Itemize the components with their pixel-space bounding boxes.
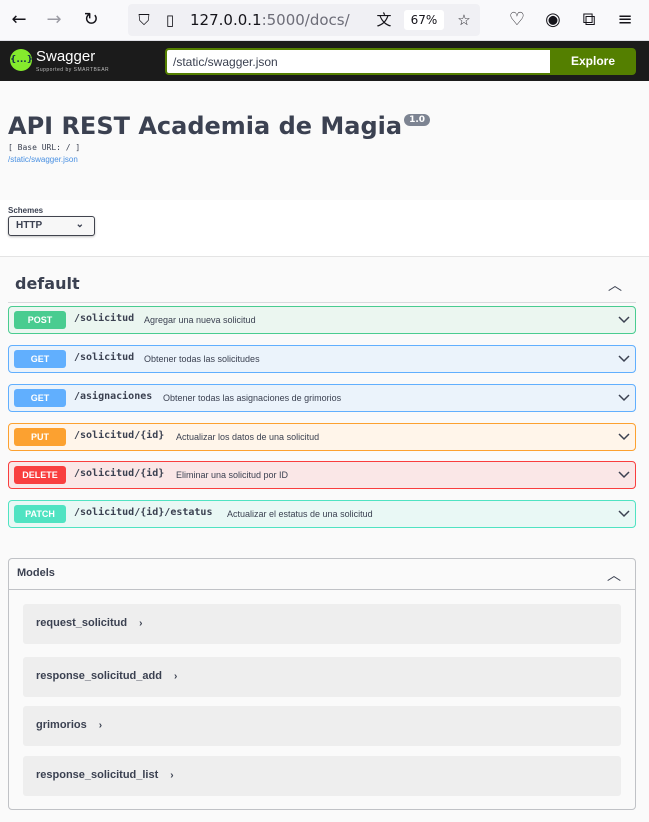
swagger-topbar: {...} Swagger Supported by SMARTBEAR /st… — [0, 41, 649, 81]
chevron-right-icon[interactable]: › — [174, 671, 177, 682]
page-info-icon[interactable]: ▯ — [160, 10, 180, 30]
explore-button[interactable]: Explore — [550, 48, 636, 75]
operation-get-asignaciones[interactable]: GET /asignaciones Obtener todas las asig… — [8, 384, 636, 412]
operation-summary: Eliminar una solicitud por ID — [176, 470, 289, 480]
pocket-icon[interactable]: ♡ — [505, 8, 529, 32]
chevron-down-icon[interactable] — [617, 312, 631, 326]
method-badge: GET — [14, 350, 66, 368]
method-badge: GET — [14, 389, 66, 407]
chevron-down-icon[interactable] — [617, 390, 631, 404]
extensions-icon[interactable]: ⧉ — [577, 8, 601, 32]
chevron-right-icon[interactable]: › — [170, 770, 173, 781]
account-icon[interactable]: ◉ — [541, 8, 565, 32]
models-header[interactable]: Models ︿ — [9, 559, 635, 590]
model-name: response_solicitud_add — [36, 670, 162, 682]
spec-url-input[interactable]: /static/swagger.json — [165, 48, 550, 75]
zoom-level-badge[interactable]: 67% — [404, 10, 444, 30]
chevron-down-icon[interactable] — [617, 429, 631, 443]
operation-summary: Agregar una nueva solicitud — [144, 315, 256, 325]
operation-delete-solicitud-id[interactable]: DELETE /solicitud/{id} Eliminar una soli… — [8, 461, 636, 489]
operation-get-solicitud[interactable]: GET /solicitud Obtener todas las solicit… — [8, 345, 636, 373]
address-bar[interactable]: ⛉ ▯ 127.0.0.1:5000/docs/ 文 67% ☆ — [128, 4, 480, 36]
swagger-logo-subtitle: Supported by SMARTBEAR — [36, 67, 110, 73]
swagger-logo-text[interactable]: Swagger — [36, 48, 95, 65]
reload-icon[interactable]: ↻ — [79, 8, 103, 32]
operation-summary: Obtener todas las asignaciones de grimor… — [163, 393, 342, 403]
chevron-down-icon[interactable] — [617, 351, 631, 365]
method-badge: PUT — [14, 428, 66, 446]
operation-summary: Actualizar el estatus de una solicitud — [227, 509, 373, 519]
page-title: API REST Academia de Magia — [8, 112, 403, 140]
browser-toolbar: ← → ↻ ⛉ ▯ 127.0.0.1:5000/docs/ 文 67% ☆ ♡… — [0, 0, 649, 41]
operation-summary: Actualizar los datos de una solicitud — [176, 432, 320, 442]
model-item-response-solicitud-add[interactable]: response_solicitud_add › — [23, 657, 621, 697]
tag-header-default[interactable]: default ︿ — [8, 271, 636, 303]
chevron-up-icon[interactable]: ︿ — [608, 275, 622, 295]
bookmark-star-icon[interactable]: ☆ — [454, 10, 474, 30]
operation-path: /solicitud — [74, 313, 135, 324]
operation-post-solicitud[interactable]: POST /solicitud Agregar una nueva solici… — [8, 306, 636, 334]
model-item-grimorios[interactable]: grimorios › — [23, 706, 621, 746]
operation-path: /asignaciones — [74, 391, 153, 402]
models-title: Models — [17, 567, 55, 579]
operation-path: /solicitud — [74, 352, 135, 363]
schemes-container: Schemes HTTP ⌄ — [0, 200, 649, 257]
schemes-select[interactable]: HTTP ⌄ — [8, 216, 95, 236]
operation-path: /solicitud/{id} — [74, 468, 165, 479]
url-text[interactable]: 127.0.0.1:5000/docs/ — [190, 11, 350, 29]
chevron-down-icon[interactable] — [617, 506, 631, 520]
method-badge: POST — [14, 311, 66, 329]
version-badge: 1.0 — [404, 114, 431, 126]
model-name: response_solicitud_list — [36, 769, 159, 781]
models-section: Models ︿ request_solicitud › response_sol… — [8, 558, 636, 810]
shield-icon[interactable]: ⛉ — [134, 10, 154, 30]
model-item-response-solicitud-list[interactable]: response_solicitud_list › — [23, 756, 621, 796]
method-badge: DELETE — [14, 466, 66, 484]
operation-patch-solicitud-estatus[interactable]: PATCH /solicitud/{id}/estatus Actualizar… — [8, 500, 636, 528]
menu-icon[interactable]: ≡ — [613, 8, 637, 32]
operation-path: /solicitud/{id} — [74, 430, 165, 441]
model-name: grimorios — [36, 719, 87, 731]
chevron-right-icon[interactable]: › — [139, 618, 142, 629]
tag-name: default — [15, 274, 80, 293]
operation-summary: Obtener todas las solicitudes — [144, 354, 260, 364]
operation-path: /solicitud/{id}/estatus — [74, 507, 213, 518]
schemes-label: Schemes — [8, 206, 44, 215]
forward-arrow-icon[interactable]: → — [42, 8, 66, 32]
chevron-up-icon[interactable]: ︿ — [607, 565, 621, 585]
model-name: request_solicitud — [36, 617, 128, 629]
back-arrow-icon[interactable]: ← — [7, 8, 31, 32]
api-info: API REST Academia de Magia 1.0 — [8, 112, 431, 140]
base-url: [ Base URL: / ] — [8, 143, 81, 152]
model-item-request-solicitud[interactable]: request_solicitud › — [23, 604, 621, 644]
operation-put-solicitud-id[interactable]: PUT /solicitud/{id} Actualizar los datos… — [8, 423, 636, 451]
spec-link[interactable]: /static/swagger.json — [8, 155, 78, 164]
chevron-down-icon: ⌄ — [75, 219, 84, 230]
schemes-selected-value: HTTP — [16, 220, 43, 231]
swagger-logo-icon[interactable]: {...} — [10, 49, 33, 71]
chevron-right-icon[interactable]: › — [99, 720, 102, 731]
translate-icon[interactable]: 文 — [374, 10, 394, 30]
method-badge: PATCH — [14, 505, 66, 523]
chevron-down-icon[interactable] — [617, 467, 631, 481]
